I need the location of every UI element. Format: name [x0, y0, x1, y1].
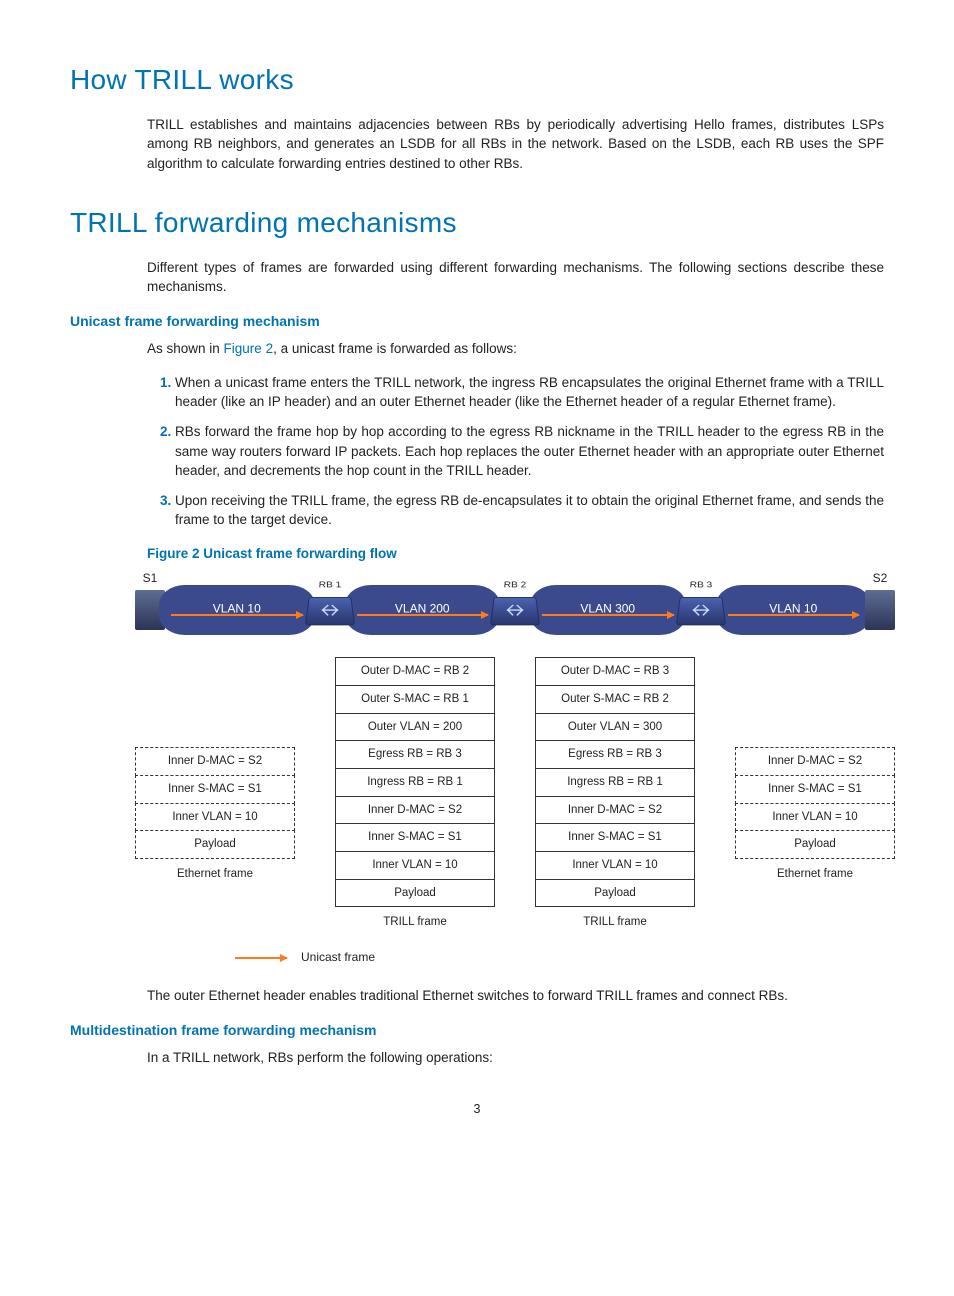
- frame-stack-ethernet-left: Inner D-MAC = S2 Inner S-MAC = S1 Inner …: [135, 657, 295, 931]
- frame-field: Egress RB = RB 3: [335, 740, 495, 769]
- frame-field: Outer VLAN = 200: [335, 713, 495, 742]
- legend-arrow-icon: [235, 957, 287, 959]
- frame-stack-trill-1: Outer D-MAC = RB 2 Outer S-MAC = RB 1 Ou…: [335, 657, 495, 931]
- frame-field: Inner S-MAC = S1: [135, 775, 295, 804]
- vlan-cloud: VLAN 10: [159, 585, 315, 635]
- page-number: 3: [70, 1100, 884, 1118]
- router-label: RB 2: [503, 580, 527, 592]
- frame-field: Egress RB = RB 3: [535, 740, 695, 769]
- frame-stack-label: TRILL frame: [335, 914, 495, 931]
- frame-field: Payload: [735, 830, 895, 859]
- router-label: RB 1: [318, 580, 342, 592]
- server-label: S1: [143, 570, 158, 587]
- router-rb1-icon: RB 1: [304, 597, 354, 625]
- frame-field: Inner D-MAC = S2: [135, 747, 295, 776]
- frame-stack-label: Ethernet frame: [735, 866, 895, 883]
- flow-arrow-icon: [542, 614, 674, 616]
- frame-field: Inner VLAN = 10: [135, 803, 295, 832]
- heading-how-trill-works: How TRILL works: [70, 60, 884, 101]
- frame-field: Outer S-MAC = RB 1: [335, 685, 495, 714]
- figure-diagram: S1 VLAN 10 RB 1 VLAN 200 RB 2 VLAN 300 R…: [135, 575, 895, 966]
- frame-stack-ethernet-right: Inner D-MAC = S2 Inner S-MAC = S1 Inner …: [735, 657, 895, 931]
- step-item: When a unicast frame enters the TRILL ne…: [175, 373, 884, 412]
- server-label: S2: [873, 570, 888, 587]
- frame-field: Outer VLAN = 300: [535, 713, 695, 742]
- frame-field: Ingress RB = RB 1: [535, 768, 695, 797]
- frame-stack-label: TRILL frame: [535, 914, 695, 931]
- text: , a unicast frame is forwarded as follow…: [273, 341, 517, 356]
- frame-field: Outer D-MAC = RB 2: [335, 657, 495, 686]
- vlan-cloud: VLAN 300: [530, 585, 686, 635]
- frame-field: Inner S-MAC = S1: [735, 775, 895, 804]
- legend: Unicast frame: [235, 949, 895, 966]
- frame-field: Inner S-MAC = S1: [335, 823, 495, 852]
- figure-reference-link[interactable]: Figure 2: [224, 341, 274, 356]
- subheading-unicast: Unicast frame forwarding mechanism: [70, 311, 884, 331]
- step-item: Upon receiving the TRILL frame, the egre…: [175, 491, 884, 530]
- legend-label: Unicast frame: [301, 949, 375, 966]
- text: As shown in: [147, 341, 224, 356]
- vlan-cloud: VLAN 10: [716, 585, 872, 635]
- flow-arrow-icon: [171, 614, 303, 616]
- router-label: RB 3: [689, 580, 713, 592]
- paragraph: In a TRILL network, RBs perform the foll…: [147, 1048, 884, 1068]
- frame-field: Inner D-MAC = S2: [735, 747, 895, 776]
- frame-field: Inner D-MAC = S2: [335, 796, 495, 825]
- frame-field: Ingress RB = RB 1: [335, 768, 495, 797]
- frame-field: Inner VLAN = 10: [735, 803, 895, 832]
- figure-title: Figure 2 Unicast frame forwarding flow: [147, 544, 884, 564]
- frame-field: Outer S-MAC = RB 2: [535, 685, 695, 714]
- frame-field: Inner D-MAC = S2: [535, 796, 695, 825]
- frame-field: Payload: [135, 830, 295, 859]
- frame-field: Payload: [335, 879, 495, 908]
- server-s2-icon: S2: [865, 590, 895, 630]
- flow-arrow-icon: [728, 614, 860, 616]
- frame-field: Inner VLAN = 10: [535, 851, 695, 880]
- frame-field: Payload: [535, 879, 695, 908]
- step-item: RBs forward the frame hop by hop accordi…: [175, 422, 884, 481]
- paragraph: The outer Ethernet header enables tradit…: [147, 986, 884, 1006]
- frame-stack-trill-2: Outer D-MAC = RB 3 Outer S-MAC = RB 2 Ou…: [535, 657, 695, 931]
- router-rb2-icon: RB 2: [490, 597, 540, 625]
- frame-stack-label: Ethernet frame: [135, 866, 295, 883]
- subheading-multidestination: Multidestination frame forwarding mechan…: [70, 1020, 884, 1040]
- paragraph: Different types of frames are forwarded …: [147, 258, 884, 297]
- flow-arrow-icon: [357, 614, 489, 616]
- paragraph: As shown in Figure 2, a unicast frame is…: [147, 339, 884, 359]
- router-rb3-icon: RB 3: [675, 597, 725, 625]
- vlan-cloud: VLAN 200: [345, 585, 501, 635]
- ordered-steps: When a unicast frame enters the TRILL ne…: [147, 373, 884, 530]
- frame-field: Inner S-MAC = S1: [535, 823, 695, 852]
- frame-field: Outer D-MAC = RB 3: [535, 657, 695, 686]
- heading-trill-forwarding-mechanisms: TRILL forwarding mechanisms: [70, 203, 884, 244]
- frame-field: Inner VLAN = 10: [335, 851, 495, 880]
- paragraph: TRILL establishes and maintains adjacenc…: [147, 115, 884, 174]
